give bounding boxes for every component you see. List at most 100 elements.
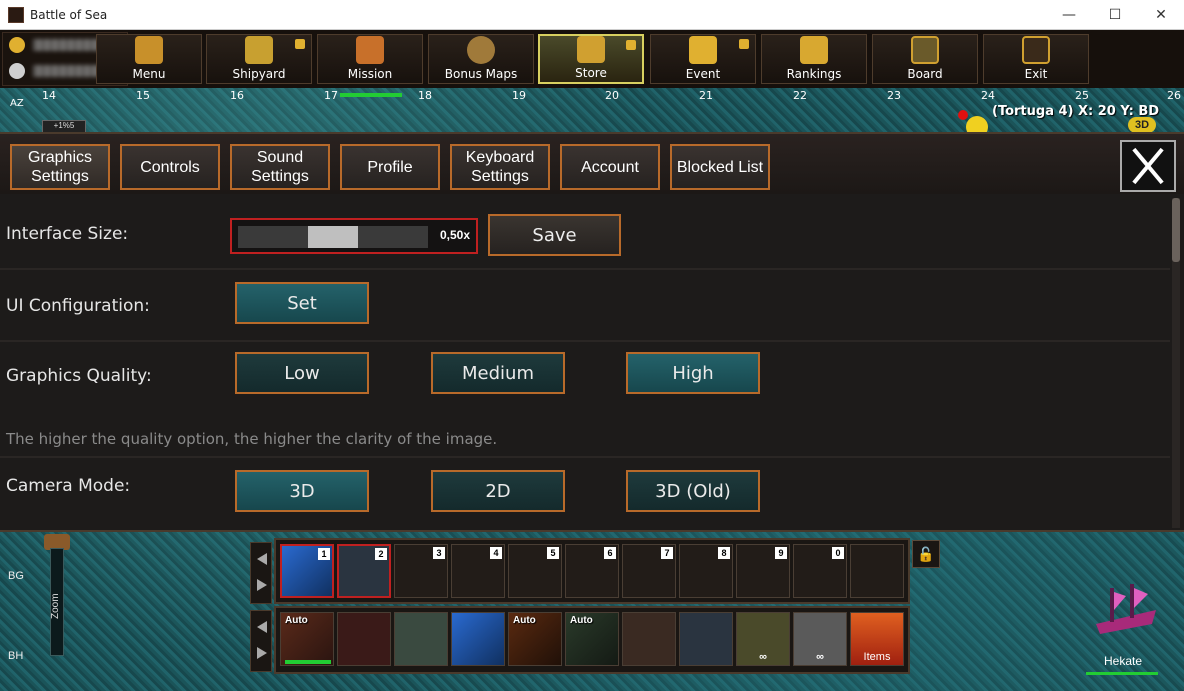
arrow-left-icon[interactable] [257, 553, 267, 565]
window-close-button[interactable]: ✕ [1138, 0, 1184, 30]
tab-profile[interactable]: Profile [340, 144, 440, 190]
bonus-maps-button[interactable]: Bonus Maps [428, 34, 534, 84]
window-title: Battle of Sea [30, 7, 108, 22]
gold-amount-hidden [33, 39, 103, 51]
item-slot[interactable] [679, 612, 733, 666]
ship-health-bar [1086, 672, 1158, 675]
tab-keyboard-settings[interactable]: Keyboard Settings [450, 144, 550, 190]
mission-icon [356, 36, 384, 64]
arrow-right-icon[interactable] [257, 647, 267, 659]
hotbar-slot[interactable]: 2 [337, 544, 391, 598]
map-column-label: 19 [512, 89, 526, 102]
hotbar-slot[interactable]: 0 [793, 544, 847, 598]
hotbar-slot[interactable]: 7 [622, 544, 676, 598]
camera-3d-old-button[interactable]: 3D (Old) [626, 470, 760, 512]
hotbar-slot[interactable] [850, 544, 904, 598]
window-titlebar: Battle of Sea — ☐ ✕ [0, 0, 1184, 30]
maximize-button[interactable]: ☐ [1092, 0, 1138, 30]
map-row-label: BG [8, 570, 24, 582]
item-hotbar: Auto Auto Auto ∞ ∞ Items [274, 606, 910, 674]
graphics-quality-label: Graphics Quality: [6, 366, 152, 386]
quality-low-button[interactable]: Low [235, 352, 369, 394]
tab-blocked-list[interactable]: Blocked List [670, 144, 770, 190]
hotbar-page-arrows[interactable] [250, 542, 272, 604]
hotbar-slot[interactable]: 3 [394, 544, 448, 598]
event-button[interactable]: Event [650, 34, 756, 84]
map-column-label: 22 [793, 89, 807, 102]
arrow-right-icon[interactable] [257, 579, 267, 591]
map-column-label: 14 [42, 89, 56, 102]
ship-name: Hekate [1104, 654, 1143, 668]
close-settings-button[interactable] [1120, 140, 1176, 192]
shipyard-button-label: Shipyard [232, 67, 286, 81]
tab-controls[interactable]: Controls [120, 144, 220, 190]
slot-key: 7 [661, 547, 673, 559]
item-slot[interactable] [394, 612, 448, 666]
slot-key: 0 [832, 547, 844, 559]
slider-thumb[interactable] [308, 226, 358, 248]
item-slot[interactable]: ∞ [793, 612, 847, 666]
item-slot[interactable] [451, 612, 505, 666]
tab-sound-settings[interactable]: Sound Settings [230, 144, 330, 190]
set-ui-configuration-button[interactable]: Set [235, 282, 369, 324]
hotbar-slot[interactable]: 6 [565, 544, 619, 598]
cooldown-bar [285, 660, 331, 664]
camera-2d-button[interactable]: 2D [431, 470, 565, 512]
item-slot[interactable] [622, 612, 676, 666]
interface-size-value: 0,50x [439, 228, 470, 242]
menu-icon [135, 36, 163, 64]
gold-icon [9, 37, 25, 53]
scrollbar-thumb[interactable] [1172, 198, 1180, 262]
slot-key: 9 [775, 547, 787, 559]
quality-high-button[interactable]: High [626, 352, 760, 394]
divider [0, 268, 1170, 270]
hotbar-slot[interactable]: 1 [280, 544, 334, 598]
alert-dot [958, 110, 968, 120]
item-slot[interactable]: Auto [280, 612, 334, 666]
cart-icon [577, 36, 605, 63]
menu-button-label: Menu [132, 67, 166, 81]
tab-graphics-settings[interactable]: Graphics Settings [10, 144, 110, 190]
arrow-left-icon[interactable] [257, 621, 267, 633]
rankings-button[interactable]: Rankings [761, 34, 867, 84]
hotbar-slot[interactable]: 8 [679, 544, 733, 598]
tab-account[interactable]: Account [560, 144, 660, 190]
settings-tabs: Graphics Settings Controls Sound Setting… [0, 134, 1184, 194]
quality-medium-button[interactable]: Medium [431, 352, 565, 394]
notification-icon [626, 40, 636, 50]
hotbar2-page-arrows[interactable] [250, 610, 272, 672]
minimize-button[interactable]: — [1046, 0, 1092, 30]
settings-scrollbar[interactable] [1172, 198, 1180, 528]
save-button[interactable]: Save [488, 214, 621, 256]
item-slot[interactable]: Auto [508, 612, 562, 666]
slot-key: 8 [718, 547, 730, 559]
store-button[interactable]: Store [538, 34, 644, 84]
divider [0, 340, 1170, 342]
board-button[interactable]: Board [872, 34, 978, 84]
items-slot[interactable]: Items [850, 612, 904, 666]
hotbar-slot[interactable]: 5 [508, 544, 562, 598]
app-icon [8, 6, 24, 23]
settings-panel: Graphics Settings Controls Sound Setting… [0, 132, 1184, 532]
camera-3d-button[interactable]: 3D [235, 470, 369, 512]
zoom-label: Zoom [50, 593, 61, 619]
mission-button[interactable]: Mission [317, 34, 423, 84]
map-column-label: 15 [136, 89, 150, 102]
menu-button[interactable]: Menu [96, 34, 202, 84]
anchor-icon [245, 36, 273, 64]
mission-button-label: Mission [347, 67, 393, 81]
interface-size-slider[interactable]: 0,50x [230, 218, 478, 254]
item-slot[interactable]: ∞ [736, 612, 790, 666]
notification-icon [739, 39, 749, 49]
shipyard-button[interactable]: Shipyard [206, 34, 312, 84]
item-slot[interactable] [337, 612, 391, 666]
map-column-label: 21 [699, 89, 713, 102]
hotbar-slot[interactable]: 4 [451, 544, 505, 598]
item-slot[interactable]: Auto [565, 612, 619, 666]
exit-button[interactable]: Exit [983, 34, 1089, 84]
star-icon [689, 36, 717, 64]
player-ship-icon[interactable] [1086, 580, 1166, 640]
lock-icon[interactable]: 🔓 [912, 540, 940, 568]
hotbar-slot[interactable]: 9 [736, 544, 790, 598]
view-mode-badge[interactable]: 3D [1128, 117, 1156, 133]
